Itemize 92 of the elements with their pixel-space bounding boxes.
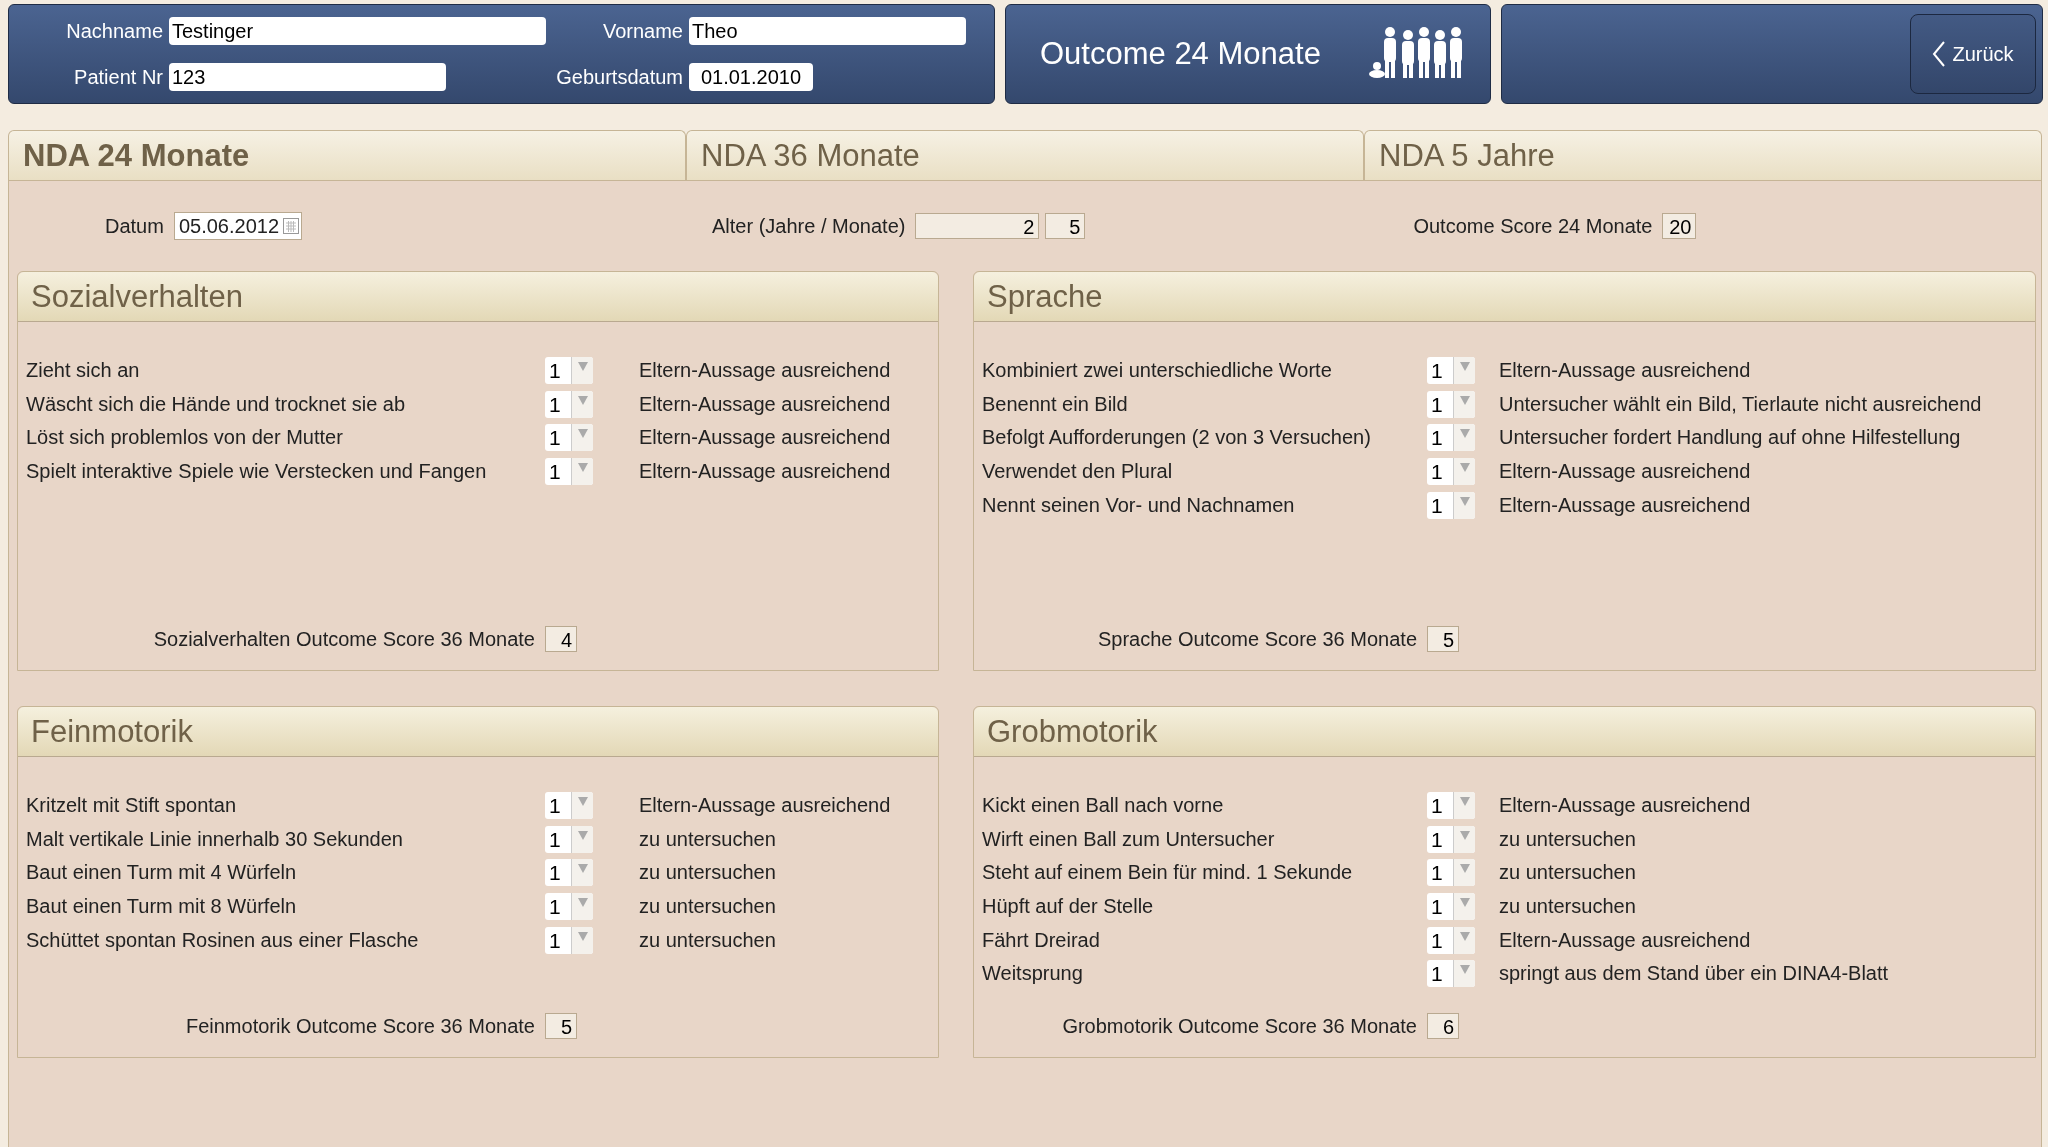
score-label: Sozialverhalten Outcome Score 36 Monate xyxy=(152,627,536,651)
item-note: Eltern-Aussage ausreichend xyxy=(1499,794,1752,818)
item-label: Schüttet spontan Rosinen aus einer Flasche xyxy=(26,928,420,952)
field-label: Outcome Score 24 Monate xyxy=(1413,214,1653,238)
item-note: Untersucher fordert Handlung auf ohne Hilfestellung xyxy=(1499,426,1962,450)
item-note: zu untersuchen xyxy=(639,861,777,885)
dropdown[interactable]: 1 xyxy=(545,424,593,452)
back-button[interactable]: Zurück xyxy=(1910,14,2036,94)
score-field[interactable]: 5 xyxy=(545,1013,577,1039)
score-label: Sprache Outcome Score 36 Monate xyxy=(1096,627,1418,651)
item-label: Wäscht sich die Hände und trocknet sie ab xyxy=(26,392,407,416)
dropdown[interactable]: 1 xyxy=(1427,859,1475,887)
dropdown[interactable]: 1 xyxy=(1427,960,1475,988)
section-title: Sozialverhalten xyxy=(18,272,938,322)
item-label: Kritzelt mit Stift spontan xyxy=(26,794,238,818)
dropdown[interactable]: 1 xyxy=(1427,926,1475,954)
text-field[interactable]: Theo xyxy=(689,17,966,45)
item-note: Eltern-Aussage ausreichend xyxy=(1499,460,1752,484)
dropdown[interactable]: 1 xyxy=(1427,390,1475,418)
item-note: zu untersuchen xyxy=(1499,827,1637,851)
item-label: Löst sich problemlos von der Mutter xyxy=(26,426,344,450)
item-note: Eltern-Aussage ausreichend xyxy=(1499,928,1752,952)
score-field[interactable]: 6 xyxy=(1427,1013,1459,1039)
score-field[interactable]: 4 xyxy=(545,626,577,652)
item-label: Hüpft auf der Stelle xyxy=(982,895,1155,919)
field-label: Datum xyxy=(105,214,164,238)
dropdown[interactable]: 1 xyxy=(545,390,593,418)
page-title: Outcome 24 Monate xyxy=(1040,36,1322,72)
tab[interactable]: NDA 36 Monate xyxy=(686,130,1364,180)
item-label: Spielt interaktive Spiele wie Verstecken und Fangen xyxy=(26,460,488,484)
dropdown[interactable]: 1 xyxy=(1427,424,1475,452)
item-label: Fährt Dreirad xyxy=(982,928,1101,952)
item-label: Baut einen Turm mit 4 Würfeln xyxy=(26,861,298,885)
item-label: Kickt einen Ball nach vorne xyxy=(982,794,1225,818)
text-field[interactable]: 01.01.2010 xyxy=(689,63,813,91)
dropdown[interactable]: 1 xyxy=(545,357,593,385)
field-label: Nachname xyxy=(65,19,164,43)
field-label: Vorname xyxy=(601,19,684,43)
item-label: Steht auf einem Bein für mind. 1 Sekunde xyxy=(982,861,1354,885)
item-label: Weitsprung xyxy=(982,962,1084,986)
field-label: Geburtsdatum xyxy=(555,65,684,89)
age-years-field[interactable]: 2 xyxy=(915,213,1040,239)
score-label: Grobmotorik Outcome Score 36 Monate xyxy=(1061,1014,1418,1038)
item-label: Kombiniert zwei unterschiedliche Worte xyxy=(982,359,1333,383)
item-note: Eltern-Aussage ausreichend xyxy=(639,794,892,818)
item-note: Eltern-Aussage ausreichend xyxy=(1499,493,1752,517)
section-title: Feinmotorik xyxy=(18,707,938,757)
tab[interactable]: NDA 24 Monate xyxy=(8,130,686,180)
item-note: Eltern-Aussage ausreichend xyxy=(639,392,892,416)
dropdown[interactable]: 1 xyxy=(1427,458,1475,486)
dropdown[interactable]: 1 xyxy=(545,893,593,921)
item-note: zu untersuchen xyxy=(1499,861,1637,885)
item-label: Benennt ein Bild xyxy=(982,392,1129,416)
item-note: zu untersuchen xyxy=(639,827,777,851)
dropdown[interactable]: 1 xyxy=(1427,825,1475,853)
item-note: Eltern-Aussage ausreichend xyxy=(639,460,892,484)
score-field[interactable]: 5 xyxy=(1427,626,1459,652)
dropdown[interactable]: 1 xyxy=(545,926,593,954)
item-note: Eltern-Aussage ausreichend xyxy=(639,426,892,450)
item-label: Zieht sich an xyxy=(26,359,141,383)
item-label: Befolgt Aufforderungen (2 von 3 Versuchen) xyxy=(982,426,1372,450)
dropdown[interactable]: 1 xyxy=(1427,893,1475,921)
item-note: Untersucher wählt ein Bild, Tierlaute nicht ausreichend xyxy=(1499,392,1983,416)
item-label: Wirft einen Ball zum Untersucher xyxy=(982,827,1276,851)
dropdown[interactable]: 1 xyxy=(545,792,593,820)
section-title: Sprache xyxy=(974,272,2035,322)
item-note: Eltern-Aussage ausreichend xyxy=(639,359,892,383)
section-title: Grobmotorik xyxy=(974,707,2035,757)
dropdown[interactable]: 1 xyxy=(1427,357,1475,385)
item-note: Eltern-Aussage ausreichend xyxy=(1499,359,1752,383)
age-months-field[interactable]: 5 xyxy=(1045,213,1086,239)
dropdown[interactable]: 1 xyxy=(545,825,593,853)
field-label: Patient Nr xyxy=(73,65,164,89)
item-note: zu untersuchen xyxy=(1499,895,1637,919)
item-note: zu untersuchen xyxy=(639,895,777,919)
date-field[interactable]: 05.06.2012 xyxy=(173,212,302,240)
score-label: Feinmotorik Outcome Score 36 Monate xyxy=(184,1014,536,1038)
field-label: Alter (Jahre / Monate) xyxy=(712,214,906,238)
text-field[interactable]: Testinger xyxy=(169,17,546,45)
item-note: zu untersuchen xyxy=(639,928,777,952)
dropdown[interactable]: 1 xyxy=(1427,792,1475,820)
dropdown[interactable]: 1 xyxy=(1427,491,1475,519)
dropdown[interactable]: 1 xyxy=(545,859,593,887)
item-label: Baut einen Turm mit 8 Würfeln xyxy=(26,895,298,919)
item-note: springt aus dem Stand über ein DINA4-Blatt xyxy=(1499,962,1890,986)
item-label: Malt vertikale Linie innerhalb 30 Sekunden xyxy=(26,827,404,851)
item-label: Nennt seinen Vor- und Nachnamen xyxy=(982,493,1296,517)
score-field[interactable]: 20 xyxy=(1662,213,1697,239)
item-label: Verwendet den Plural xyxy=(982,460,1174,484)
tab[interactable]: NDA 5 Jahre xyxy=(1364,130,2042,180)
dropdown[interactable]: 1 xyxy=(545,458,593,486)
text-field[interactable]: 123 xyxy=(169,63,446,91)
